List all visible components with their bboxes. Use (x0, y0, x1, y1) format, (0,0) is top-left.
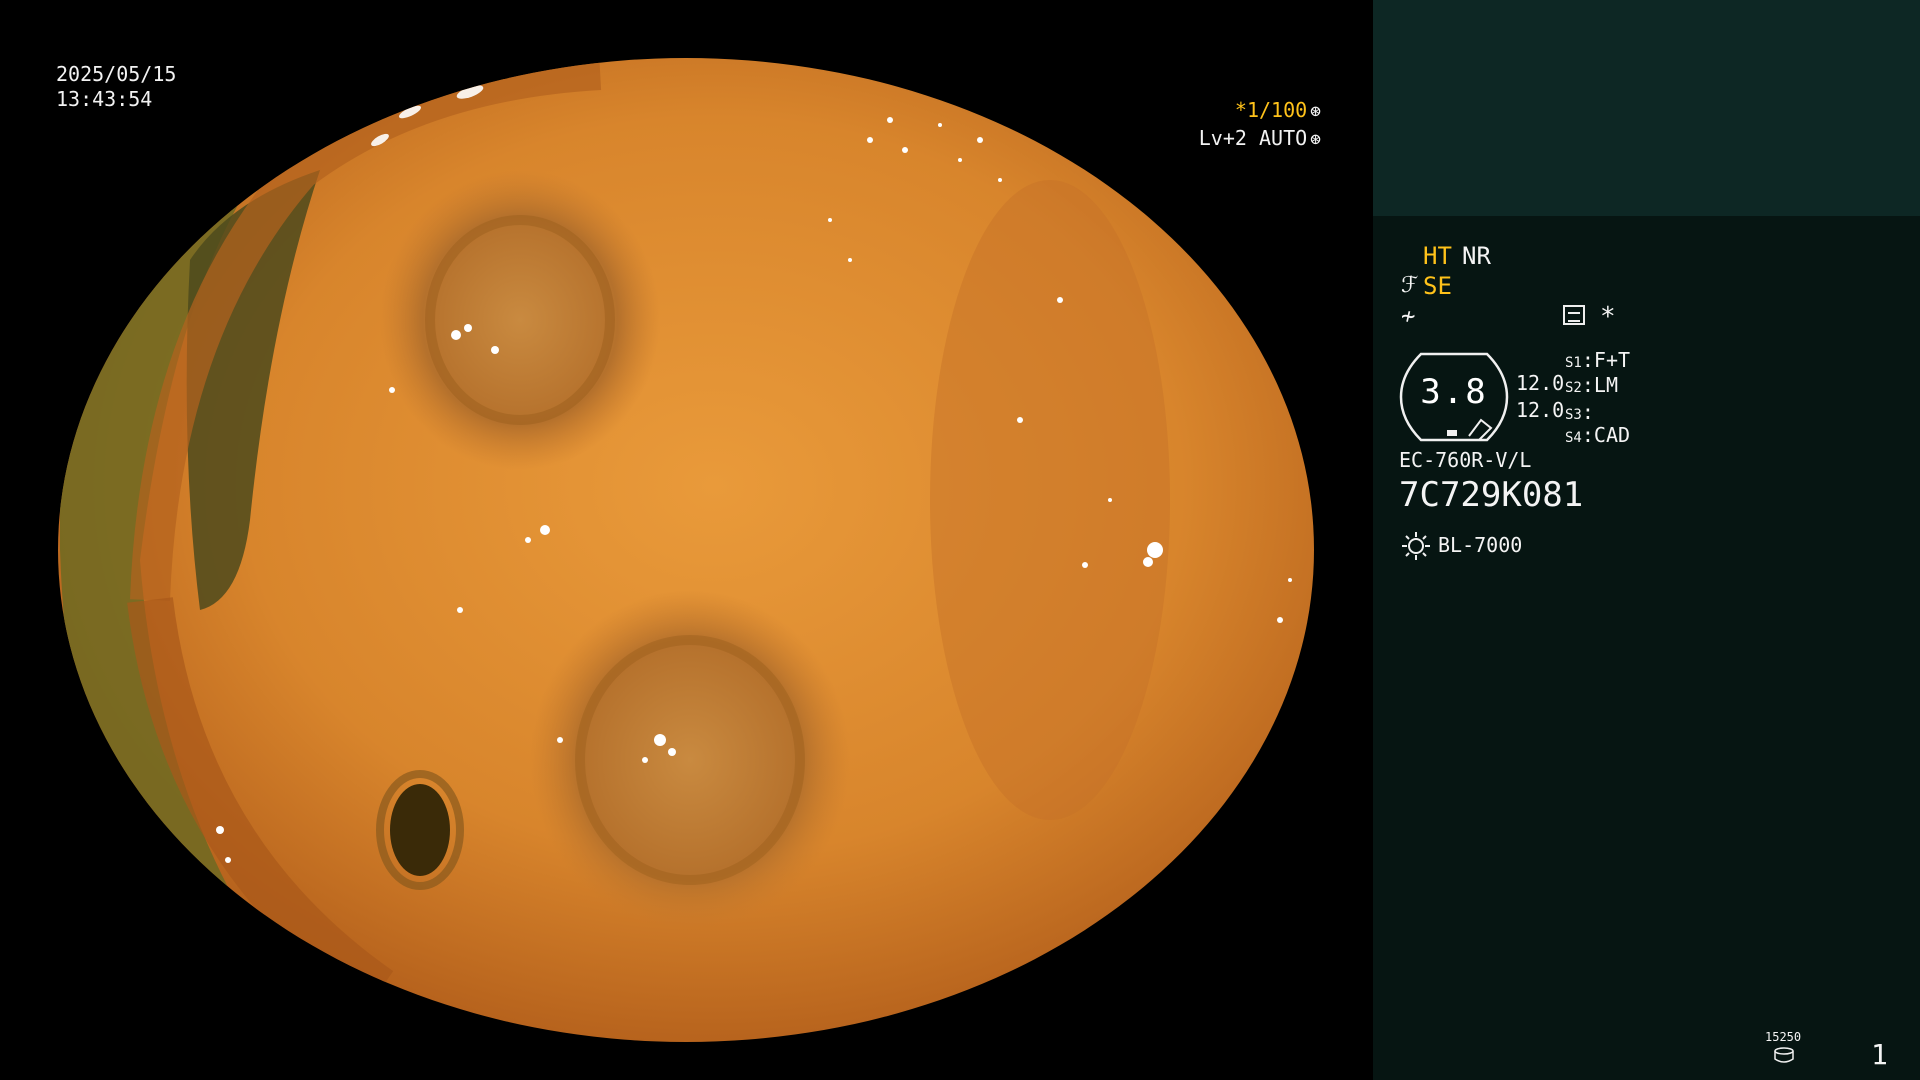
time: 13:43:54 (56, 87, 153, 111)
switch-2-label: S2 (1565, 380, 1582, 396)
date-time: 2025/05/15 13:43:54 (56, 62, 176, 112)
hue-tone-label: HT (1423, 242, 1452, 270)
shutter-row: *1/100 ⊛ (1235, 98, 1321, 124)
zoom-gauge: 3.8 (1399, 352, 1509, 442)
slash-icon: ≁ (1401, 302, 1416, 330)
gauge-value-2: 12.0 (1516, 398, 1565, 422)
light-icon (1402, 532, 1430, 560)
drive-icon (1774, 1047, 1794, 1063)
switch-1-value: F+T (1593, 348, 1631, 372)
switch-1-label: S1 (1565, 355, 1582, 371)
exposure-mode: AUTO (1258, 126, 1308, 150)
info-panel: HT NR ℱ SE ≁ * 3.8 12.0 12.0 S1:F+T S2:L… (1373, 0, 1920, 1080)
endoscopic-image (58, 58, 1314, 1042)
shutter-speed: *1/100 (1234, 98, 1308, 122)
scope-model: EC-760R-V/L (1399, 448, 1532, 472)
noise-reduction-label: NR (1462, 242, 1491, 270)
switch-4: S4:CAD (1565, 423, 1631, 447)
structure-enhance-icon: ℱ (1401, 273, 1419, 298)
date: 2025/05/15 (56, 62, 177, 86)
switch-2: S2:LM (1565, 373, 1618, 397)
shutter-icon: ⊛ (1310, 101, 1321, 122)
page-number: 1 (1871, 1038, 1888, 1071)
switch-4-value: CAD (1593, 423, 1631, 447)
switch-2-value: LM (1593, 373, 1618, 397)
drive-label: 15250 (1765, 1030, 1802, 1044)
light-source: BL-7000 (1438, 533, 1523, 557)
switch-4-label: S4 (1565, 430, 1582, 446)
scope-serial: 7C729K081 (1399, 475, 1584, 515)
gauge-value-1: 12.0 (1516, 371, 1565, 395)
gauge-value: 3.8 (1420, 372, 1488, 412)
asterisk-indicator: * (1600, 302, 1616, 332)
auto-icon: ⊛ (1310, 129, 1321, 150)
exposure-row: Lv+2 AUTO ⊛ (1199, 126, 1321, 152)
panel-header-area (1373, 0, 1920, 216)
structure-enhance-label: SE (1423, 272, 1452, 300)
switch-3-label: S3 (1565, 407, 1582, 423)
endoscope-view: 2025/05/15 13:43:54 *1/100 ⊛ Lv+2 AUTO ⊛ (0, 0, 1373, 1080)
pattern-icon (1563, 305, 1585, 325)
exposure-level: Lv+2 (1198, 126, 1247, 150)
